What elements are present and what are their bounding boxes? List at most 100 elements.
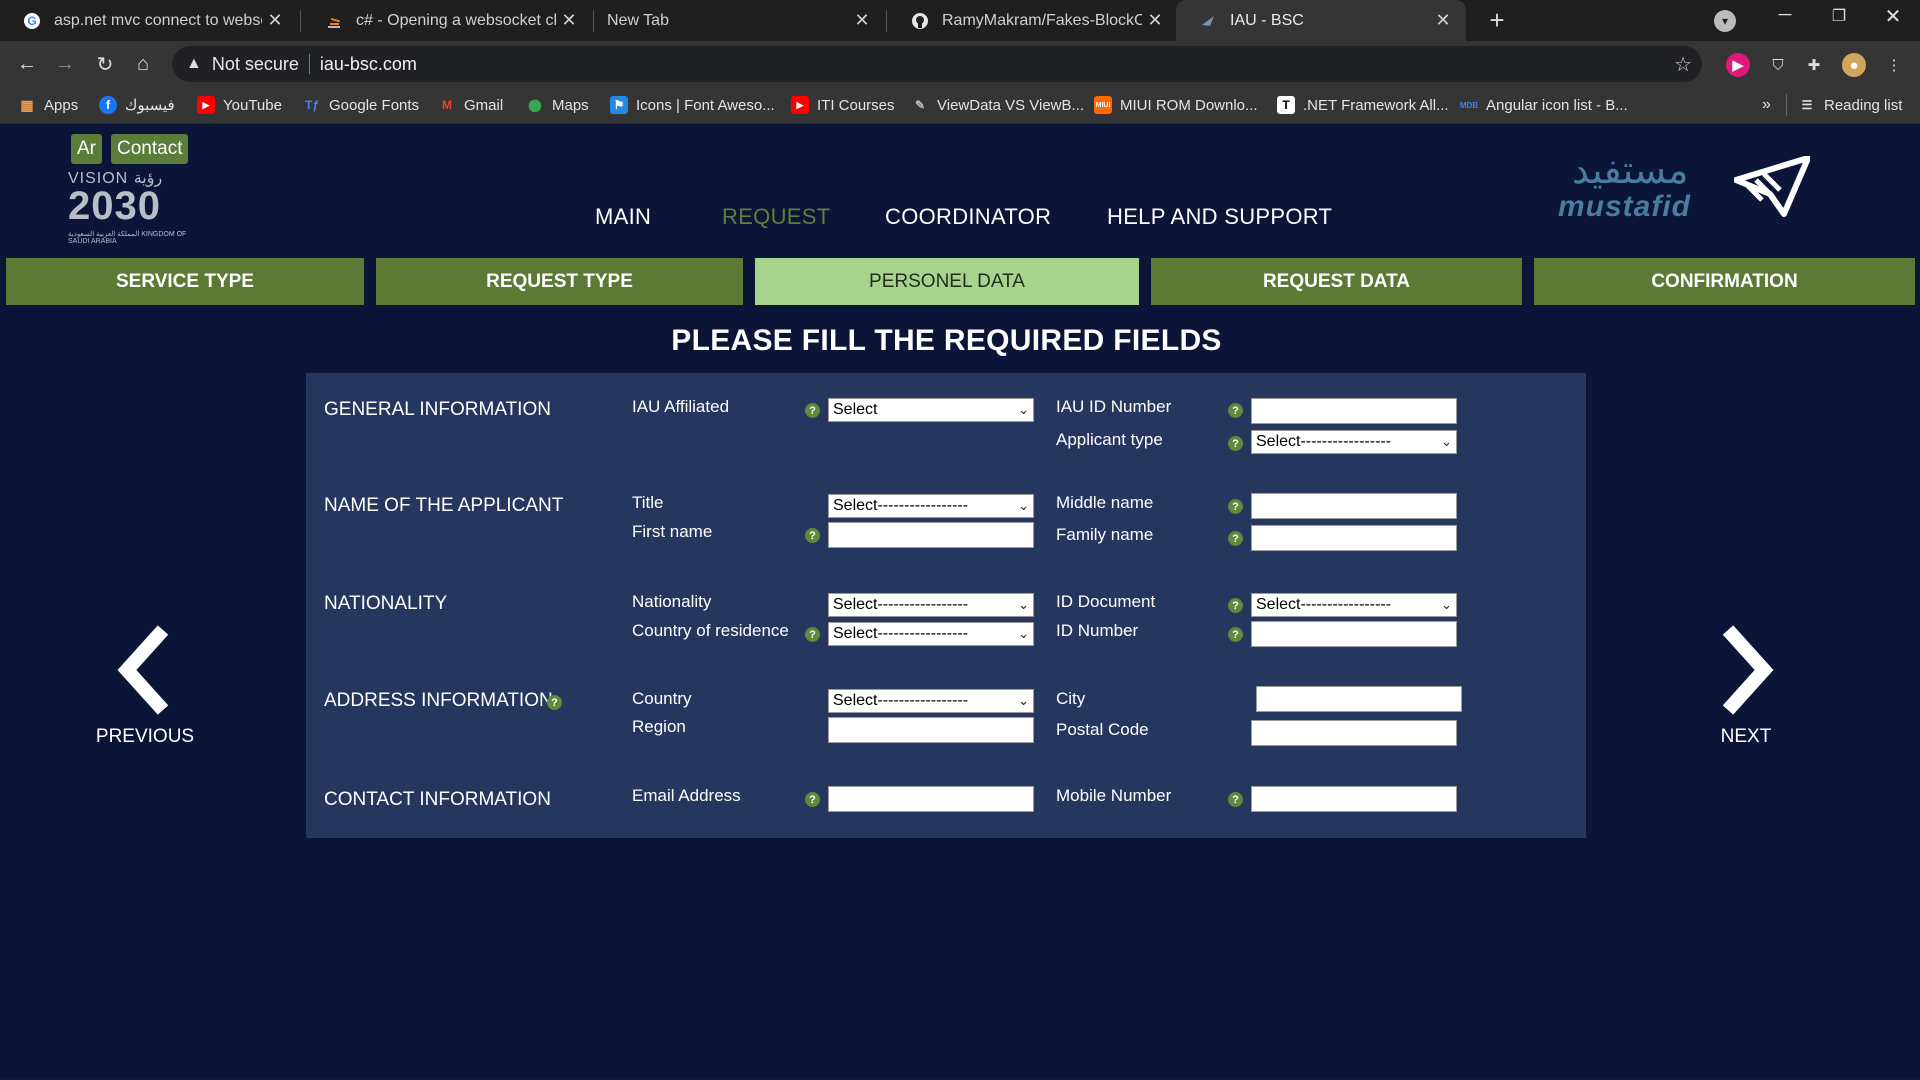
select-value: Select-----------------	[833, 625, 969, 642]
help-icon[interactable]: ?	[805, 627, 820, 642]
step-confirmation[interactable]: CONFIRMATION	[1534, 258, 1915, 305]
site-icon	[1198, 11, 1218, 31]
puzzle-extensions-icon[interactable]: ✚	[1802, 53, 1826, 77]
gmail-icon: M	[442, 98, 452, 112]
family-name-input[interactable]	[1251, 525, 1457, 551]
previous-button[interactable]: PREVIOUS	[85, 624, 205, 764]
restore-icon[interactable]: ❐	[1824, 6, 1854, 36]
window-close-icon[interactable]: ✕	[1878, 4, 1908, 34]
label-first-name: First name	[632, 522, 713, 541]
help-icon[interactable]: ?	[1228, 531, 1243, 546]
language-button[interactable]: Ar	[71, 134, 102, 164]
close-icon[interactable]: ✕	[262, 10, 288, 31]
new-tab-button[interactable]: +	[1482, 6, 1512, 36]
bookmark-star-icon[interactable]: ☆	[1674, 52, 1692, 77]
omnibox-separator	[308, 54, 310, 74]
close-icon[interactable]: ✕	[1142, 10, 1168, 31]
city-input[interactable]	[1256, 686, 1462, 712]
url-text[interactable]: iau-bsc.com	[320, 54, 417, 75]
extension-icon[interactable]: ▶	[1726, 53, 1750, 77]
help-icon[interactable]: ?	[805, 403, 820, 418]
shield-icon[interactable]: ⛉	[1766, 53, 1790, 77]
middle-name-input[interactable]	[1251, 493, 1457, 519]
id-number-input[interactable]	[1251, 621, 1457, 647]
bookmark-gmail[interactable]: M Gmail	[438, 94, 503, 116]
maps-icon: ⬤	[528, 98, 542, 112]
postal-code-input[interactable]	[1251, 720, 1457, 746]
help-icon[interactable]: ?	[805, 792, 820, 807]
browser-tab-active[interactable]: IAU - BSC ✕	[1176, 0, 1466, 41]
step-request-data[interactable]: REQUEST DATA	[1151, 258, 1522, 305]
chevron-down-icon: ⌄	[1018, 498, 1029, 513]
step-request-type[interactable]: REQUEST TYPE	[376, 258, 743, 305]
bookmark-maps[interactable]: ⬤ Maps	[526, 94, 589, 116]
help-icon[interactable]: ?	[1228, 499, 1243, 514]
menu-kebab-icon[interactable]: ⋮	[1882, 53, 1906, 77]
nationality-select[interactable]: Select----------------- ⌄	[828, 593, 1034, 617]
bookmark-label: ViewData VS ViewB...	[937, 96, 1085, 114]
browser-tab[interactable]: New Tab ✕	[595, 0, 885, 41]
home-icon[interactable]: ⌂	[128, 49, 158, 79]
minimize-icon[interactable]: ─	[1770, 4, 1800, 34]
bookmarks-bar: ▦ Apps f فيسبوك ▶ YouTube Tƒ Google Fonts MG…	[0, 86, 1920, 124]
help-icon[interactable]: ?	[547, 695, 562, 710]
page-title: PLEASE FILL THE REQUIRED FIELDS	[671, 324, 1222, 357]
close-icon[interactable]: ✕	[1430, 10, 1456, 31]
forward-arrow-icon[interactable]: →	[50, 49, 80, 79]
browser-tab[interactable]: RamyMakram/Fakes-BlockChain ✕	[888, 0, 1178, 41]
bookmarks-overflow-button[interactable]: »	[1762, 94, 1771, 116]
region-input[interactable]	[828, 717, 1034, 743]
bookmark-label: Maps	[552, 96, 589, 114]
nav-main[interactable]: MAIN	[595, 204, 651, 230]
bookmark-youtube[interactable]: ▶ YouTube	[197, 94, 282, 116]
help-icon[interactable]: ?	[1228, 792, 1243, 807]
bookmark-dotnet[interactable]: T .NET Framework All...	[1277, 94, 1449, 116]
browser-tab[interactable]: c# - Opening a websocket chann ✕	[302, 0, 592, 41]
close-icon[interactable]: ✕	[556, 10, 582, 31]
bookmark-font-awesome[interactable]: ⚑ Icons | Font Aweso...	[610, 94, 775, 116]
bookmark-viewdata[interactable]: ✎ ViewData VS ViewB...	[911, 94, 1084, 116]
id-document-select[interactable]: Select----------------- ⌄	[1251, 593, 1457, 617]
help-icon[interactable]: ?	[1228, 403, 1243, 418]
step-personel-data[interactable]: PERSONEL DATA	[755, 258, 1139, 305]
help-icon[interactable]: ?	[1228, 598, 1243, 613]
next-button[interactable]: NEXT	[1686, 624, 1806, 764]
first-name-input[interactable]	[828, 522, 1034, 548]
title-select[interactable]: Select----------------- ⌄	[828, 494, 1034, 518]
tab-search-icon[interactable]: ▾	[1714, 10, 1736, 32]
help-icon[interactable]: ?	[805, 528, 820, 543]
applicant-type-select[interactable]: Select----------------- ⌄	[1251, 430, 1457, 454]
reload-icon[interactable]: ↻	[90, 49, 120, 79]
close-icon[interactable]: ✕	[849, 10, 875, 31]
bookmark-google-fonts[interactable]: Tƒ Google Fonts	[303, 94, 419, 116]
mobile-number-input[interactable]	[1251, 786, 1457, 812]
address-bar[interactable]: ▲ Not secure iau-bsc.com ☆	[172, 46, 1702, 82]
bookmark-label: Google Fonts	[329, 96, 420, 114]
bookmark-angular-icons[interactable]: MDB Angular icon list - B...	[1460, 94, 1628, 116]
country-of-residence-select[interactable]: Select----------------- ⌄	[828, 622, 1034, 646]
nav-coordinator[interactable]: COORDINATOR	[885, 204, 1051, 230]
bookmark-apps[interactable]: ▦ Apps	[18, 94, 78, 116]
help-icon[interactable]: ?	[1228, 436, 1243, 451]
nav-help-support[interactable]: HELP AND SUPPORT	[1107, 204, 1332, 230]
security-status[interactable]: Not secure	[212, 54, 299, 75]
bookmark-miui[interactable]: MIUI MIUI ROM Downlo...	[1094, 94, 1258, 116]
iau-id-number-input[interactable]	[1251, 398, 1457, 424]
contact-button[interactable]: Contact	[111, 134, 189, 164]
step-service-type[interactable]: SERVICE TYPE	[6, 258, 364, 305]
reading-list-icon: ☰	[1801, 98, 1813, 112]
label-applicant-type: Applicant type	[1056, 430, 1163, 449]
avatar[interactable]: ●	[1842, 53, 1866, 77]
browser-tab[interactable]: G asp.net mvc connect to websocke ✕	[0, 0, 298, 41]
help-icon[interactable]: ?	[1228, 627, 1243, 642]
email-address-input[interactable]	[828, 786, 1034, 812]
apps-grid-icon: ▦	[20, 96, 34, 113]
back-arrow-icon[interactable]: ←	[12, 49, 42, 79]
bookmark-iti-courses[interactable]: ▶ ITI Courses	[791, 94, 895, 116]
reading-list-button[interactable]: ☰ Reading list	[1798, 94, 1903, 116]
country-select[interactable]: Select----------------- ⌄	[828, 689, 1034, 713]
iau-affiliated-select[interactable]: Select ⌄	[828, 398, 1034, 422]
bookmark-facebook[interactable]: f فيسبوك	[99, 94, 175, 116]
nav-request[interactable]: REQUEST	[722, 204, 830, 230]
stackoverflow-icon	[324, 11, 344, 31]
